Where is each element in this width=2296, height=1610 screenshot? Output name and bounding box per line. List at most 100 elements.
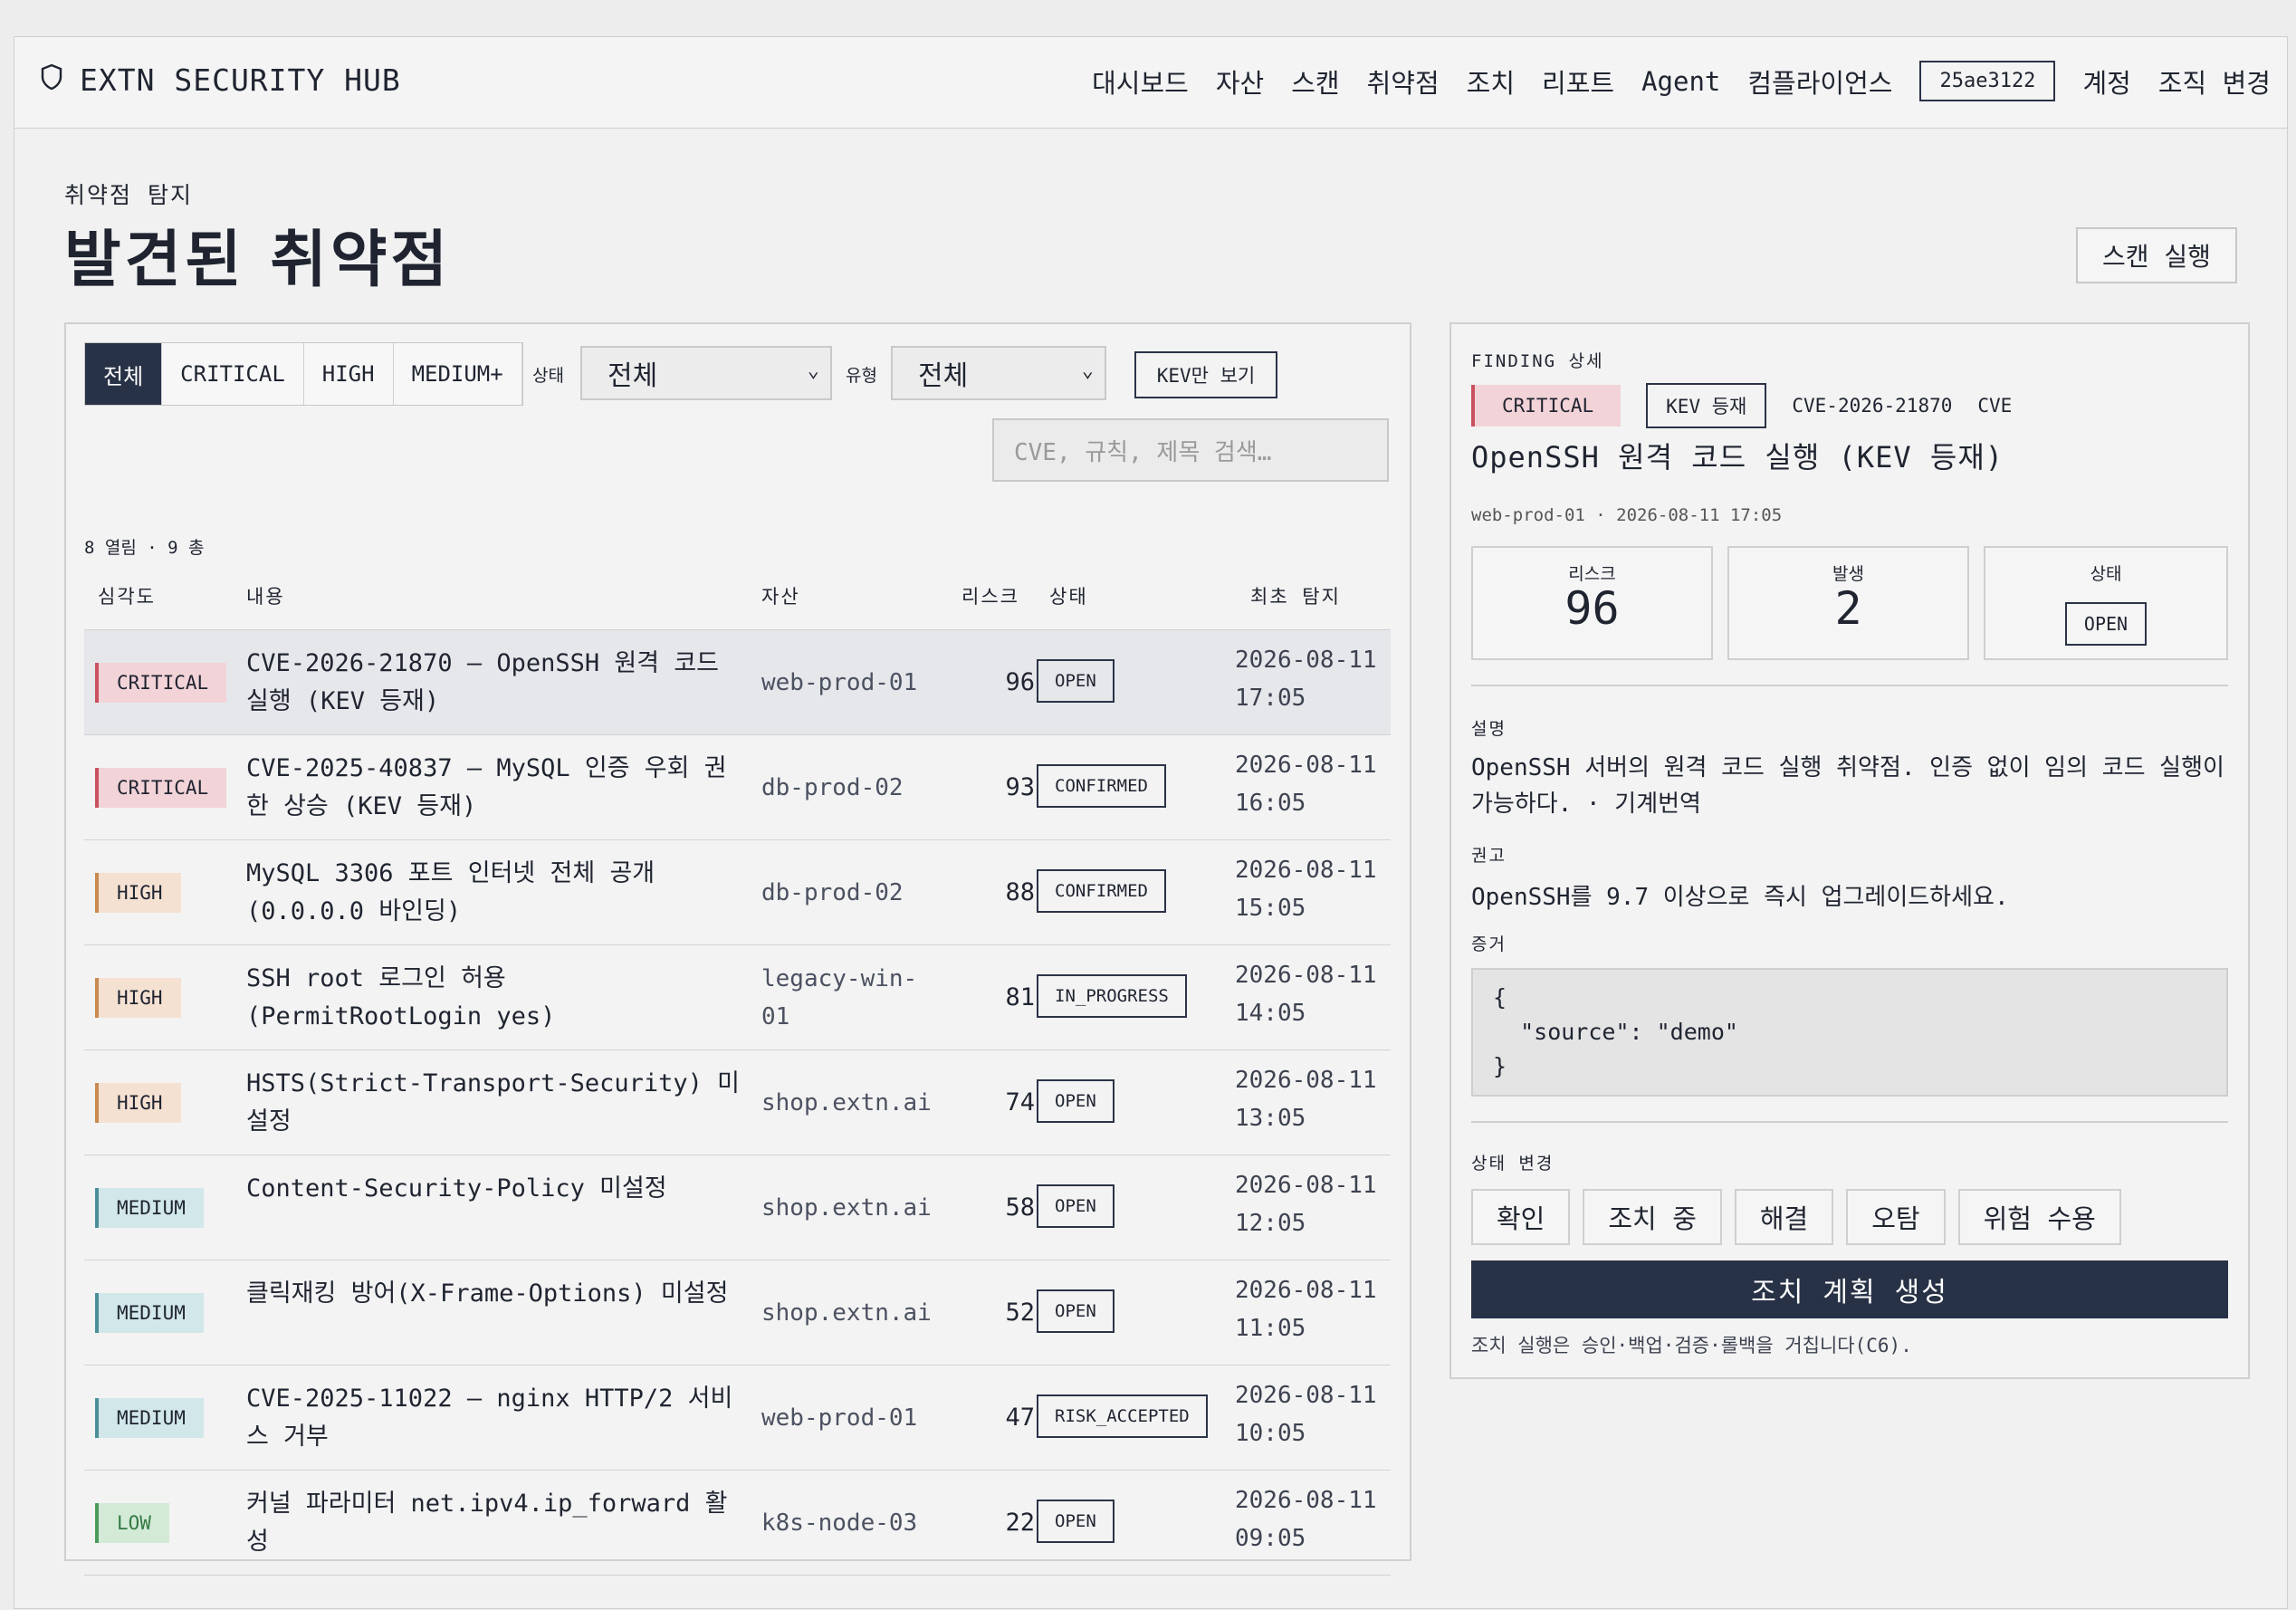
status-filter-label: 상태 [532,366,564,386]
table-row[interactable]: HIGH HSTS(Strict-Transport-Security) 미설정… [84,1050,1391,1155]
status-badge: OPEN [1037,1079,1115,1123]
first-seen-time: 16:05 [1235,790,1306,817]
risk-score: 81 [1005,983,1035,1011]
table-row[interactable]: MEDIUM CVE-2025-11022 — nginx HTTP/2 서비스… [84,1366,1391,1471]
run-scan-button[interactable]: 스캔 실행 [2076,227,2237,283]
nav-item-dashboard[interactable]: 대시보드 [1092,62,1189,101]
risk-score: 96 [1005,668,1035,696]
table-row[interactable]: CRITICAL CVE-2026-21870 — OpenSSH 원격 코드 … [84,629,1391,735]
page-kicker: 취약점 탐지 [64,182,194,208]
col-header-title: 내용 [246,586,285,608]
findings-count: 8 열림 · 9 총 [84,538,205,558]
col-header-asset: 자산 [761,586,800,608]
first-seen: 2026-08-11 14:05 [1235,956,1377,1032]
first-seen: 2026-08-11 15:05 [1235,851,1377,927]
nav-item-assets[interactable]: 자산 [1216,62,1264,101]
col-header-risk: 리스크 [961,586,1019,608]
table-row[interactable]: MEDIUM Content-Security-Policy 미설정 shop.… [84,1155,1391,1260]
kev-only-button[interactable]: KEV만 보기 [1134,351,1277,398]
table-row[interactable]: CRITICAL CVE-2025-40837 — MySQL 인증 우회 권한… [84,735,1391,840]
tab-medium-plus[interactable]: MEDIUM+ [393,343,522,405]
first-seen-date: 2026-08-11 [1235,752,1377,779]
risk-stat-label: 리스크 [1568,564,1616,584]
first-seen: 2026-08-11 11:05 [1235,1271,1377,1347]
risk-score: 47 [1005,1404,1035,1432]
findings-table: CRITICAL CVE-2026-21870 — OpenSSH 원격 코드 … [84,629,1391,1576]
first-seen: 2026-08-11 10:05 [1235,1376,1377,1452]
evidence-code-block: { "source": "demo" } [1471,968,2228,1097]
table-row[interactable]: HIGH MySQL 3306 포트 인터넷 전체 공개 (0.0.0.0 바인… [84,840,1391,945]
search-input[interactable]: CVE, 규칙, 제목 검색… [992,418,1389,482]
severity-badge: MEDIUM [95,1188,204,1228]
tab-critical[interactable]: CRITICAL [162,343,304,405]
remediation-note: 조치 실행은 승인·백업·검증·롤백을 거칩니다(C6). [1471,1335,1912,1356]
top-nav-bar: EXTN SECURITY HUB 대시보드 자산 스캔 취약점 조치 리포트 … [14,37,2287,129]
status-badge: IN_PROGRESS [1037,974,1187,1018]
table-row[interactable]: LOW 커널 파라미터 net.ipv4.ip_forward 활성 k8s-n… [84,1471,1391,1576]
nav-item-compliance[interactable]: 컴플라이언스 [1747,62,1892,101]
finding-title: MySQL 3306 포트 인터넷 전체 공개 (0.0.0.0 바인딩) [246,859,655,925]
brand[interactable]: EXTN SECURITY HUB [40,62,401,98]
table-row[interactable]: HIGH SSH root 로그인 허용 (PermitRootLogin ye… [84,945,1391,1050]
page-title: 발견된 취약점 [64,225,452,296]
first-seen: 2026-08-11 17:05 [1235,641,1377,717]
chevron-down-icon: ⌄ [1081,359,1094,382]
type-filter-select[interactable]: 전체 ⌄ [891,346,1106,400]
finding-title: CVE-2026-21870 — OpenSSH 원격 코드 실행 (KEV 등… [246,649,719,715]
first-seen-time: 14:05 [1235,1000,1306,1027]
first-seen-date: 2026-08-11 [1235,1382,1377,1409]
finding-asset: shop.extn.ai [761,1299,932,1327]
detail-kicker: FINDING 상세 [1471,351,1604,371]
nav-item-remediation[interactable]: 조치 [1467,62,1515,101]
first-seen-date: 2026-08-11 [1235,1172,1377,1199]
finding-asset: web-prod-01 [761,1404,918,1432]
accept-risk-button[interactable]: 위험 수용 [1957,1189,2121,1245]
severity-badge: HIGH [95,1083,181,1123]
type-filter-value: 전체 [918,360,969,392]
risk-score: 93 [1005,773,1035,801]
severity-filter-tabs: 전체 CRITICAL HIGH MEDIUM+ [84,342,523,406]
nav-item-vulnerabilities[interactable]: 취약점 [1367,62,1440,101]
status-badge: CONFIRMED [1037,764,1166,808]
in-progress-button[interactable]: 조치 중 [1583,1189,1722,1245]
detail-tags: CRITICAL KEV 등재 CVE-2026-21870 CVE [1471,383,2012,428]
false-positive-button[interactable]: 오탐 [1846,1189,1946,1245]
create-remediation-plan-button[interactable]: 조치 계획 생성 [1471,1260,2228,1318]
col-header-status: 상태 [1049,586,1088,608]
finding-asset: shop.extn.ai [761,1194,932,1222]
first-seen: 2026-08-11 09:05 [1235,1481,1377,1557]
occurrence-stat-label: 발생 [1832,564,1864,584]
finding-detail-panel: FINDING 상세 CRITICAL KEV 등재 CVE-2026-2187… [1449,322,2250,1379]
detail-meta: web-prod-01 · 2026-08-11 17:05 [1471,505,1783,525]
tab-high[interactable]: HIGH [303,343,394,405]
finding-asset: db-prod-02 [761,774,904,801]
description-text: OpenSSH 서버의 원격 코드 실행 취약점. 인증 없이 임의 코드 실행… [1471,754,2224,818]
risk-score: 52 [1005,1299,1035,1327]
org-id-badge[interactable]: 25ae3122 [1919,61,2056,101]
nav-item-account[interactable]: 계정 [2082,62,2130,101]
status-filter-select[interactable]: 전체 ⌄ [580,346,832,400]
status-change-label: 상태 변경 [1471,1154,1555,1174]
switch-org-link[interactable]: 조직 변경 [2158,62,2271,101]
confirm-button[interactable]: 확인 [1471,1189,1571,1245]
first-seen-date: 2026-08-11 [1235,1067,1377,1094]
status-badge: OPEN [1037,1184,1115,1228]
resolve-button[interactable]: 해결 [1734,1189,1834,1245]
finding-asset: legacy-win-01 [761,965,918,1030]
occurrence-stat-value: 2 [1834,582,1862,635]
table-row[interactable]: MEDIUM 클릭재킹 방어(X-Frame-Options) 미설정 shop… [84,1260,1391,1366]
status-stat-label: 상태 [2090,564,2122,584]
nav-item-reports[interactable]: 리포트 [1542,62,1614,101]
first-seen-date: 2026-08-11 [1235,857,1377,884]
first-seen: 2026-08-11 16:05 [1235,746,1377,822]
main-nav: 대시보드 자산 스캔 취약점 조치 리포트 Agent 컴플라이언스 25ae3… [1092,61,2271,101]
status-filter-value: 전체 [607,360,658,392]
col-header-severity: 심각도 [98,586,156,608]
description-label: 설명 [1471,719,1507,739]
tab-all[interactable]: 전체 [85,343,163,405]
nav-item-scans[interactable]: 스캔 [1291,62,1339,101]
nav-item-agent[interactable]: Agent [1641,66,1720,97]
first-seen-date: 2026-08-11 [1235,962,1377,989]
first-seen-date: 2026-08-11 [1235,647,1377,674]
status-badge: OPEN [1037,1289,1115,1333]
